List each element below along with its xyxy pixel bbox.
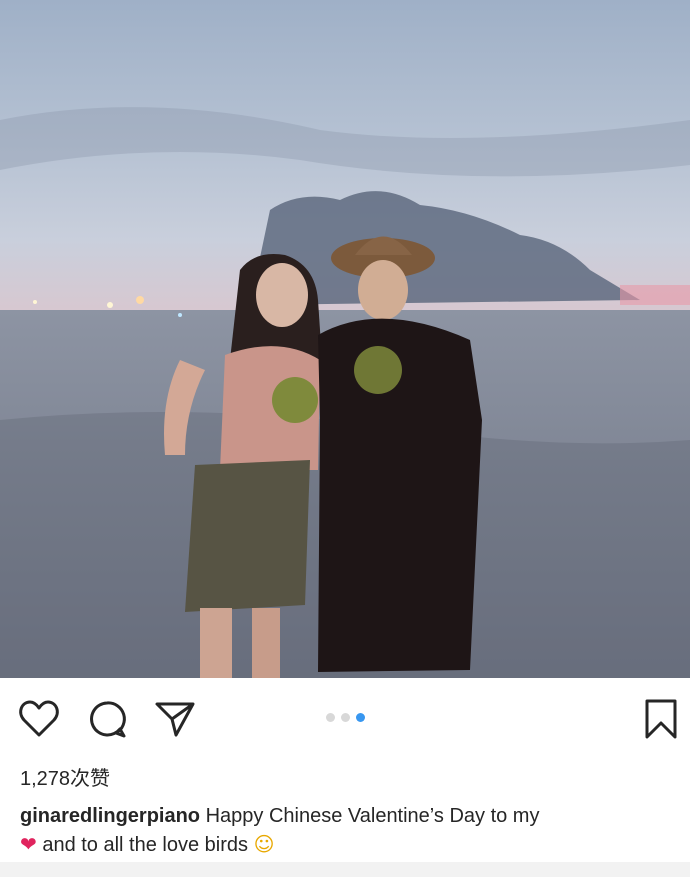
caption-text-line1: Happy Chinese Valentine’s Day to my bbox=[200, 805, 540, 827]
carousel-dot-active bbox=[356, 713, 365, 722]
caption-username[interactable]: ginaredlingerpiano bbox=[20, 805, 200, 827]
carousel-indicator bbox=[326, 713, 365, 722]
share-button[interactable] bbox=[152, 698, 198, 744]
red-heart-emoji-icon: ❤ bbox=[20, 832, 37, 856]
bookmark-icon bbox=[643, 698, 679, 745]
smiling-face-hearts-emoji-icon: ☺ bbox=[253, 832, 275, 856]
carousel-dot bbox=[341, 713, 350, 722]
heart-outline-icon bbox=[18, 699, 60, 744]
bottom-divider bbox=[0, 862, 690, 877]
post-caption: ginaredlingerpiano Happy Chinese Valenti… bbox=[20, 802, 680, 859]
like-button[interactable] bbox=[16, 698, 62, 744]
sunset-glow bbox=[620, 285, 690, 305]
carousel-dot bbox=[326, 713, 335, 722]
save-button[interactable] bbox=[638, 698, 684, 744]
comment-button[interactable] bbox=[84, 698, 130, 744]
caption-text-line2: and to all the love birds bbox=[36, 834, 254, 856]
post-photo[interactable] bbox=[0, 0, 690, 678]
paper-plane-icon bbox=[154, 699, 196, 744]
likes-count[interactable]: 1,278次赞 bbox=[20, 762, 110, 791]
comment-bubble-icon bbox=[87, 699, 127, 744]
post-action-bar bbox=[0, 678, 690, 758]
